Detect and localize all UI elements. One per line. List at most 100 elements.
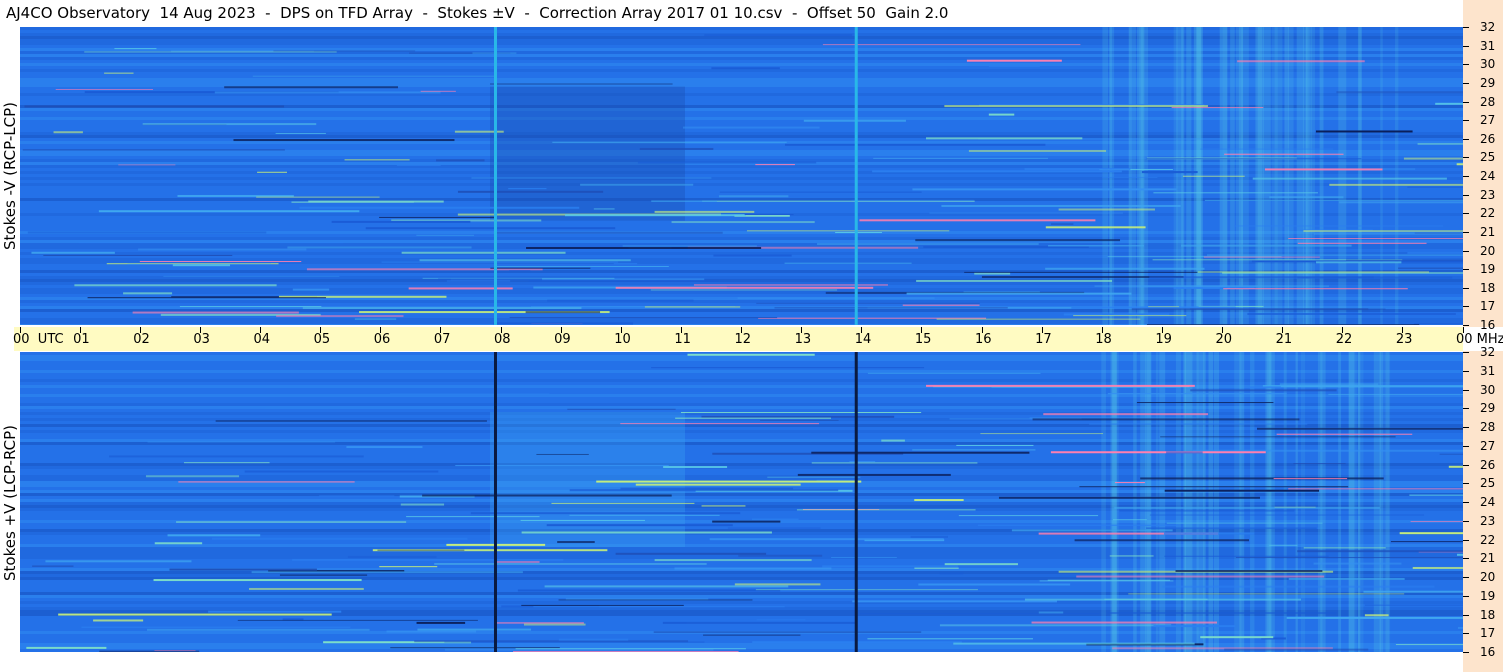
interference-line [822,565,958,568]
interference-line [252,75,495,77]
interference-line [490,83,673,85]
interference-line [1256,427,1463,430]
interference-line [755,164,795,166]
frequency-tick-mark [1463,101,1469,103]
spectrogram-band [20,493,1463,496]
interference-line [179,306,322,308]
top-frequency-label: 27 [1480,113,1496,128]
top-frequency-label: 17 [1480,299,1496,314]
frequency-tick-mark [1463,269,1469,271]
interference-line [1297,550,1463,553]
interference-line [1412,566,1463,569]
spectrogram-band [20,358,1463,361]
interference-line [596,480,862,483]
interference-line [118,164,176,166]
interference-line [709,538,944,541]
interference-line [915,239,1121,242]
interference-line [680,412,922,414]
interference-line [275,132,326,134]
spectrogram-band [20,364,1463,367]
interference-line [1288,238,1463,240]
interference-line [58,613,332,616]
interference-line [650,289,838,291]
emission-streak [1265,352,1271,652]
emission-streak [1208,352,1214,652]
interference-line [926,384,1195,387]
interference-line [851,199,974,201]
interference-line [308,200,444,203]
interference-line [99,650,200,652]
interference-line [1409,494,1463,496]
emission-streak [1310,27,1315,325]
interference-line [1119,509,1295,512]
emission-streak [1137,27,1144,325]
spectrogram-region [490,412,685,547]
interference-line [276,315,404,318]
utc-tick-label: 22 [1335,332,1353,347]
frequency-tick-mark [1463,120,1469,122]
interference-line [1364,614,1389,617]
spectrogram-band [20,601,1463,604]
interference-line [521,604,684,606]
interference-line [1171,107,1264,109]
spectrogram-band [20,541,1463,544]
emission-streak [1250,352,1255,652]
interference-line [711,67,780,70]
vertical-marker-line [854,352,858,652]
interference-line [172,264,231,267]
frequency-tick-mark [1463,287,1469,289]
interference-line [1050,451,1266,454]
emission-streak [1358,352,1361,652]
interference-line [622,245,757,247]
interference-line [860,613,1100,615]
interference-line [214,91,441,94]
bottom-frequency-label: 26 [1480,457,1496,472]
interference-line [1339,201,1463,204]
interference-line [114,48,157,50]
interference-line [169,568,317,571]
interference-line [520,519,645,521]
interference-line [1190,389,1337,392]
interference-line [1279,383,1379,386]
utc-tick-label: 05 [313,332,331,347]
interference-line [557,541,595,544]
interference-line [1247,312,1456,315]
interference-line [299,206,580,209]
interference-line [536,453,589,455]
interference-line [1074,539,1250,542]
interference-line [613,263,638,265]
interference-line [774,307,1008,309]
interference-line [400,503,445,506]
interference-line [470,512,741,515]
interference-line [115,80,157,82]
interference-line [249,587,364,590]
interference-line [966,59,1062,62]
interference-line [867,638,1033,640]
interference-line [292,558,564,561]
utc-tick-label: 02 [133,332,150,347]
interference-line [910,535,948,538]
interference-line [1076,575,1325,578]
interference-line [401,251,566,254]
interference-line [1112,519,1147,521]
utc-tick-label: 16 [975,332,992,347]
interference-line [139,261,302,263]
emission-streak [1348,352,1357,652]
interference-line [1248,386,1281,389]
spectrogram-band [20,544,1463,547]
interference-line [53,131,83,134]
interference-line [1336,91,1463,94]
interference-line [968,149,1107,152]
interference-line [331,220,471,223]
interference-line [852,600,1057,603]
interference-line [552,141,787,143]
utc-tick-label: 08 [494,332,511,347]
emission-streak [1213,352,1220,652]
frequency-tick-mark [1463,633,1469,635]
emission-streak [1305,27,1310,325]
utc-tick-label: 23 [1395,332,1413,347]
interference-line [567,408,676,410]
interference-line [637,161,817,164]
interference-line [81,626,351,628]
interference-line [1297,242,1427,244]
